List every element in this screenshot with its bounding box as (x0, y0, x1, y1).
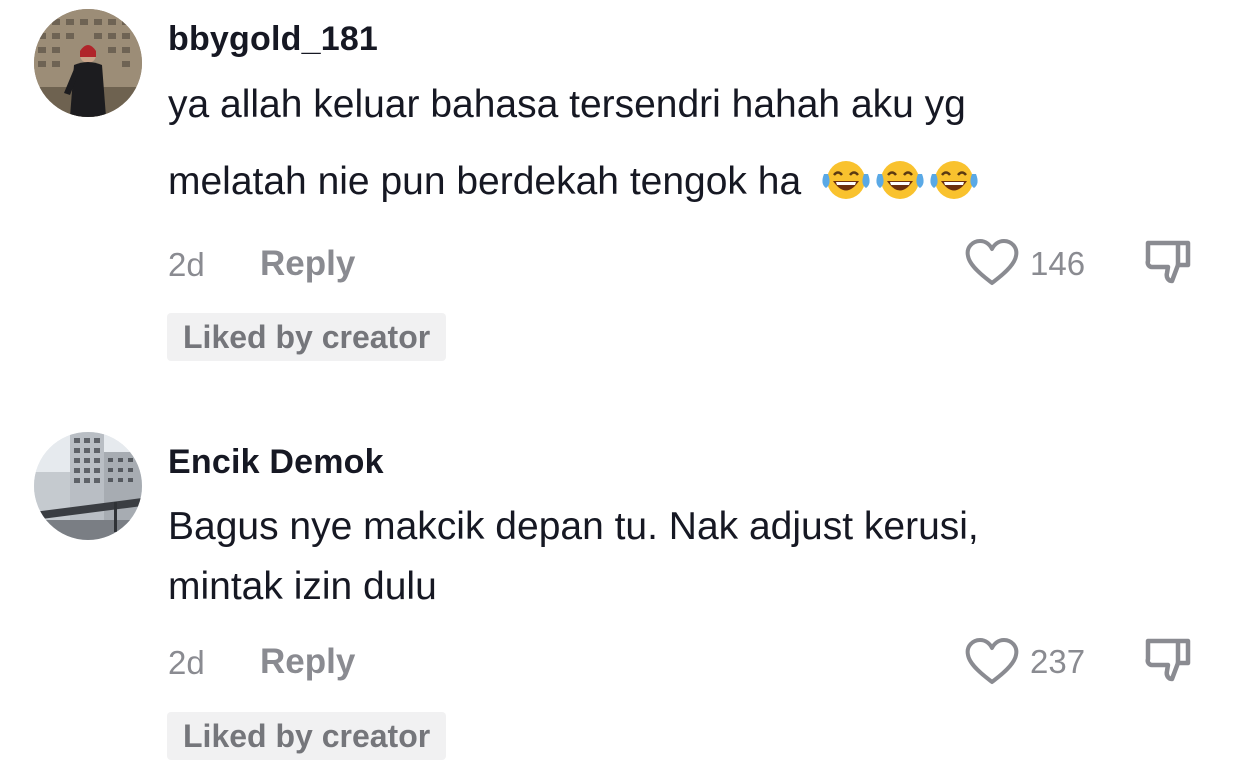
laughing-crying-emoji (876, 161, 924, 199)
comment-text-line: mintak izin dulu (168, 565, 437, 608)
comment-text: ya allah keluar bahasa tersendri hahah a… (168, 82, 1158, 128)
comment-time: 2d (168, 644, 205, 681)
heart-icon[interactable] (964, 238, 1020, 288)
like-count: 237 (1030, 643, 1086, 680)
comment-text: mintak izin dulu (168, 564, 1158, 610)
comment-text: melatah nie pun berdekah tengok ha (168, 158, 1158, 205)
comment-text-line: melatah nie pun berdekah tengok ha (168, 160, 802, 203)
comment-text: Bagus nye makcik depan tu. Nak adjust ke… (168, 504, 1158, 550)
avatar[interactable] (34, 432, 142, 540)
comment-text-line: ya allah keluar bahasa tersendri hahah a… (168, 83, 966, 126)
reply-button[interactable]: Reply (260, 642, 355, 682)
heart-icon[interactable] (964, 637, 1020, 687)
avatar-photo (34, 9, 142, 117)
laughing-crying-emoji (822, 161, 870, 199)
liked-by-creator-badge: Liked by creator (167, 712, 447, 760)
dislike-icon[interactable] (1142, 635, 1194, 687)
avatar[interactable] (34, 9, 142, 117)
avatar-photo (34, 432, 142, 540)
laughing-crying-emoji (930, 161, 978, 199)
comment-time: 2d (168, 246, 205, 283)
emoji-group (818, 160, 980, 203)
reply-button[interactable]: Reply (260, 244, 355, 284)
username[interactable]: Encik Demok (168, 443, 384, 482)
like-count: 146 (1030, 245, 1086, 282)
comment-text-line: Bagus nye makcik depan tu. Nak adjust ke… (168, 505, 979, 548)
dislike-icon[interactable] (1142, 237, 1194, 289)
username[interactable]: bbygold_181 (168, 20, 378, 59)
liked-by-creator-badge: Liked by creator (167, 313, 447, 361)
